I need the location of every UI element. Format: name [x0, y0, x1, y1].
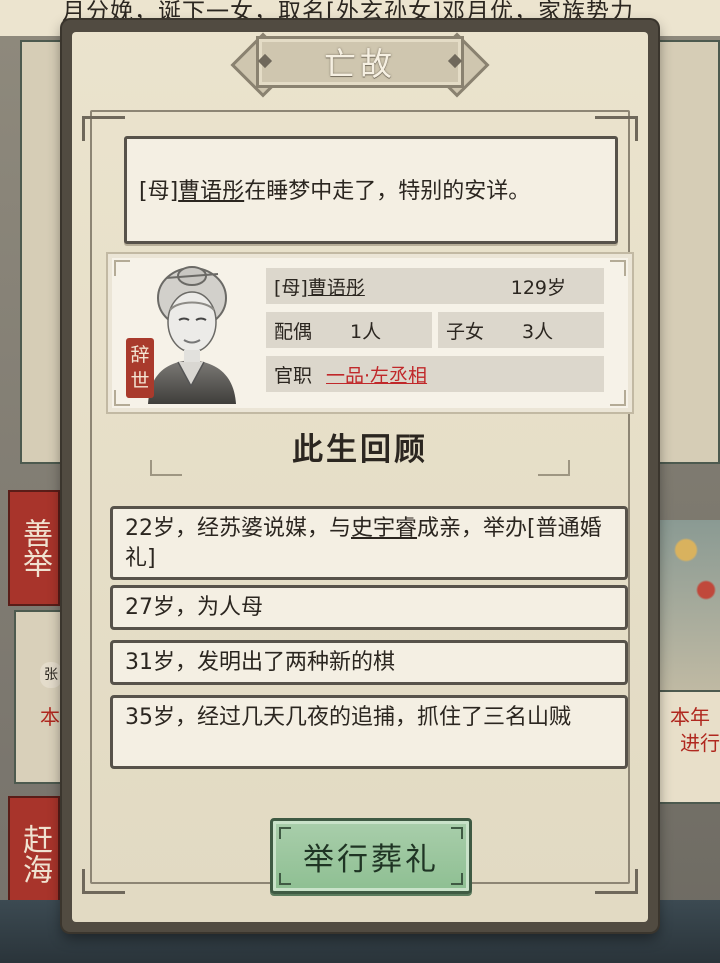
message-suffix: 在睡梦中走了，特别的安详。	[244, 179, 531, 204]
charity-tag[interactable]: 善举	[8, 490, 60, 606]
office-link[interactable]: 一品·左丞相	[326, 361, 427, 388]
sea-tag[interactable]: 赶海	[8, 796, 60, 912]
button-corner	[451, 873, 463, 885]
spouse-count: 1人	[350, 320, 382, 343]
left-event-badge: 张	[40, 662, 62, 688]
life-event: 27岁，为人母	[110, 585, 628, 630]
frame-corner-ornament	[82, 869, 125, 894]
death-message: [母]曹语彤在睡梦中走了，特别的安详。	[139, 173, 530, 205]
right-event-line-2: 进行	[680, 731, 720, 755]
life-event-text: 35岁，经过几天几夜的追捕，抓住了三名山贼	[125, 705, 571, 730]
right-background-card	[656, 40, 720, 464]
frame-corner-ornament	[595, 869, 638, 894]
dialog-title-plaque: 亡故	[230, 32, 490, 98]
seal-char-1: 辞	[130, 344, 150, 366]
character-name-link[interactable]: 曹语彤	[308, 273, 365, 300]
heading-ornament-right	[538, 460, 570, 476]
hold-funeral-label: 举行葬礼	[303, 841, 439, 878]
life-event: 35岁，经过几天几夜的追捕，抓住了三名山贼	[110, 695, 628, 769]
left-background-card	[20, 40, 64, 464]
dialog-title: 亡故	[323, 45, 396, 83]
life-event-text: 27岁，为人母	[125, 595, 263, 620]
seal-char-2: 世	[130, 370, 150, 392]
death-dialog: [母]曹语彤在睡梦中走了，特别的安详。 辞 世 [母] 曹语彤 129岁 配偶 …	[62, 20, 658, 932]
relation-label: [母]	[274, 276, 308, 299]
life-event-text: 22岁，经苏婆说媒，与史宇睿成亲，举办[普通婚礼]	[125, 514, 613, 574]
message-person-link[interactable]: 曹语彤	[178, 179, 244, 204]
card-corner-ornament	[610, 390, 626, 406]
charity-tag-label: 善举	[17, 518, 52, 578]
character-age: 129岁	[510, 276, 566, 299]
frame-corner-ornament	[82, 116, 125, 141]
sea-tag-label: 赶海	[17, 824, 52, 884]
children-label: 子女	[446, 320, 485, 343]
heading-ornament-left	[150, 460, 182, 476]
left-event-text: 本	[40, 705, 60, 729]
life-event: 31岁，发明出了两种新的棋	[110, 640, 628, 685]
life-event-text: 31岁，发明出了两种新的棋	[125, 650, 395, 675]
event-person-link[interactable]: 史宇睿	[351, 516, 417, 541]
right-event-line-1: 本年	[670, 705, 710, 729]
spouse-label: 配偶	[274, 320, 313, 343]
card-corner-ornament	[610, 260, 626, 276]
message-relation: [母]	[139, 179, 179, 204]
office-label: 官职	[274, 364, 313, 387]
children-row: 子女 3人	[438, 312, 604, 348]
event-text: 22岁，经苏婆说媒，与	[125, 516, 351, 541]
dialog-body: [母]曹语彤在睡梦中走了，特别的安详。 辞 世 [母] 曹语彤 129岁 配偶 …	[72, 32, 648, 922]
death-message-box: [母]曹语彤在睡梦中走了，特别的安详。	[124, 136, 618, 244]
deceased-seal: 辞 世	[126, 338, 154, 398]
button-corner	[279, 827, 291, 839]
hold-funeral-button[interactable]: 举行葬礼	[270, 818, 472, 894]
button-corner	[451, 827, 463, 839]
name-row: [母] 曹语彤 129岁	[266, 268, 604, 304]
spouse-row: 配偶 1人	[266, 312, 432, 348]
life-event: 22岁，经苏婆说媒，与史宇睿成亲，举办[普通婚礼]	[110, 506, 628, 580]
children-count: 3人	[522, 320, 554, 343]
button-corner	[279, 873, 291, 885]
character-card: 辞 世 [母] 曹语彤 129岁 配偶 1人 子女 3人 官职 一品·左丞相	[106, 252, 634, 414]
office-row: 官职 一品·左丞相	[266, 356, 604, 392]
